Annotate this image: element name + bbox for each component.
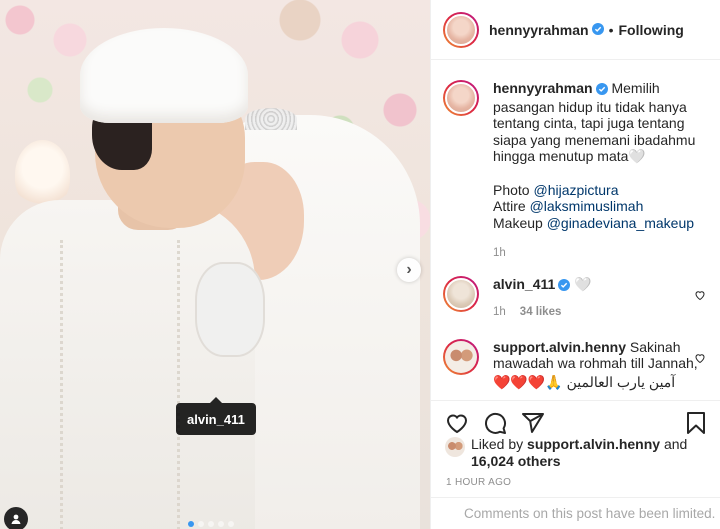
liker-username[interactable]: support.alvin.henny <box>527 436 660 452</box>
carousel-dot <box>198 521 204 527</box>
caption-avatar[interactable] <box>443 80 479 116</box>
likes-and: and <box>660 436 688 452</box>
carousel-indicators <box>188 521 234 527</box>
comment-meta: 1h 34 likes <box>493 304 699 321</box>
caption-time[interactable]: 1h <box>493 245 506 262</box>
carousel-dot <box>218 521 224 527</box>
following-button[interactable]: Following <box>619 22 684 38</box>
share-icon[interactable] <box>521 411 545 435</box>
comment-item: alvin_411 🤍 1h 34 likes <box>443 275 708 321</box>
carousel-dot <box>228 521 234 527</box>
likes-others[interactable]: 16,024 others <box>471 453 561 469</box>
comment-time[interactable]: 1h <box>493 304 506 321</box>
groom-cap <box>80 28 248 123</box>
comment-username[interactable]: alvin_411 <box>493 276 555 292</box>
comment-text-arabic: آمين يارب العالمين 🙏❤️❤️❤️ <box>493 373 676 390</box>
caption-credits: Photo @hijazpictura Attire @laksmimuslim… <box>493 182 699 232</box>
author-username[interactable]: hennyyrahman <box>489 22 589 38</box>
carousel-next-button[interactable]: › <box>397 258 421 282</box>
comment-avatar[interactable] <box>443 275 479 312</box>
post-timestamp[interactable]: 1 HOUR AGO <box>446 477 511 488</box>
makeup-credit-mention[interactable]: @ginadeviana_makeup <box>547 215 694 231</box>
liker-avatar[interactable] <box>445 437 465 457</box>
post-photo[interactable]: › alvin_411 <box>0 0 430 529</box>
author-avatar[interactable] <box>443 11 479 48</box>
likes-summary: Liked by support.alvin.henny and 16,024 … <box>445 436 708 470</box>
bride-hand <box>195 262 265 357</box>
photo-credit-label: Photo <box>493 181 534 198</box>
comment-heart-icon[interactable] <box>694 351 706 367</box>
carousel-dot <box>208 521 214 527</box>
makeup-credit-label: Makeup <box>493 214 547 231</box>
user-tag-label: alvin_411 <box>187 411 245 427</box>
comment-username[interactable]: support.alvin.henny <box>493 339 626 355</box>
user-tag-icon[interactable] <box>4 507 28 529</box>
comment-avatar[interactable] <box>443 338 479 375</box>
chevron-right-icon: › <box>406 261 412 278</box>
post-header: hennyyrahman • Following <box>431 0 720 60</box>
comments-list[interactable]: hennyyrahman Memilih pasangan hidup itu … <box>431 60 720 400</box>
comment-item: support.alvin.henny Sakinah mawadah wa r… <box>443 338 708 391</box>
attire-credit-label: Attire <box>493 198 530 214</box>
header-separator: • <box>608 21 614 38</box>
groom-robe-embroidery <box>60 240 180 529</box>
photo-credit-mention[interactable]: @hijazpictura <box>533 182 618 198</box>
comment-text: 🤍 <box>574 275 592 292</box>
comment-icon[interactable] <box>483 411 507 435</box>
attire-credit-mention[interactable]: @laksmimuslimah <box>530 198 644 214</box>
verified-badge-icon <box>591 22 604 38</box>
bride-tiara <box>245 108 297 130</box>
comment-heart-icon[interactable] <box>694 288 706 304</box>
save-icon[interactable] <box>684 411 708 435</box>
heart-icon[interactable] <box>445 411 469 435</box>
verified-badge-icon <box>595 82 608 99</box>
comments-limited-notice: Comments on this post have been limited. <box>431 497 720 529</box>
post-side-panel: hennyyrahman • Following hennyyrahman Me… <box>430 0 720 529</box>
caption-meta: 1h <box>493 245 699 262</box>
likes-prefix: Liked by <box>471 436 528 452</box>
comment-like-count[interactable]: 34 likes <box>520 304 562 321</box>
caption-username[interactable]: hennyyrahman <box>493 80 593 96</box>
user-tag-bubble[interactable]: alvin_411 <box>176 397 256 435</box>
action-bar <box>431 400 720 436</box>
verified-badge-icon <box>558 278 571 295</box>
caption: hennyyrahman Memilih pasangan hidup itu … <box>443 80 708 262</box>
carousel-dot <box>188 521 194 527</box>
